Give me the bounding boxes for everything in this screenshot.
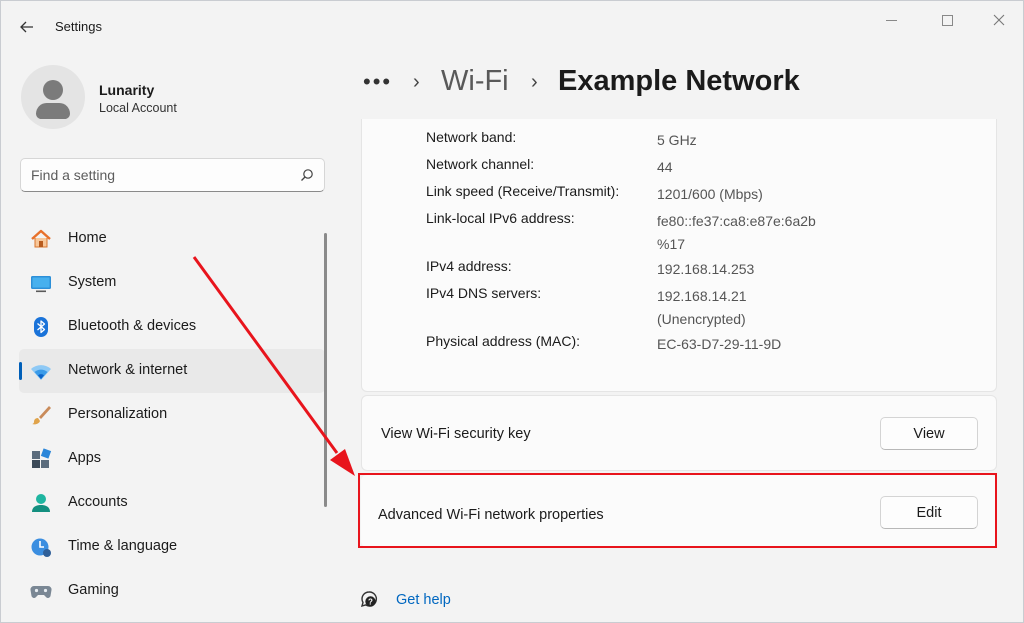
sidebar-item-bluetooth[interactable]: Bluetooth & devices xyxy=(19,305,325,349)
home-icon xyxy=(31,229,51,248)
view-security-key-button[interactable]: View xyxy=(880,417,978,450)
sidebar-item-apps[interactable]: Apps xyxy=(19,437,325,481)
maximize-icon xyxy=(941,14,953,26)
gaming-icon xyxy=(30,585,52,599)
search-box[interactable] xyxy=(20,158,325,192)
property-value: EC-63-D7-29-11-9D xyxy=(657,336,782,352)
security-key-card: View Wi-Fi security key View xyxy=(361,395,997,471)
system-icon xyxy=(31,276,51,293)
back-button[interactable] xyxy=(13,15,41,39)
sidebar-item-label: Personalization xyxy=(68,406,168,422)
close-icon xyxy=(993,14,1005,26)
user-name: Lunarity xyxy=(99,82,155,98)
account-type: Local Account xyxy=(99,101,177,115)
security-key-label: View Wi-Fi security key xyxy=(381,426,531,442)
sidebar-item-system[interactable]: System xyxy=(19,261,325,305)
app-title: Settings xyxy=(55,19,102,34)
avatar-head xyxy=(43,80,63,100)
sidebar-item-label: Accounts xyxy=(68,494,128,510)
search-input[interactable] xyxy=(31,165,291,185)
property-label: Link speed (Receive/Transmit): xyxy=(426,183,620,199)
property-value-line: %17 xyxy=(657,236,686,252)
sidebar-item-label: Time & language xyxy=(68,538,178,554)
time-language-icon xyxy=(31,538,51,557)
minimize-button[interactable] xyxy=(869,7,913,33)
title-bar: Settings xyxy=(1,1,1024,51)
breadcrumb-chevron-icon: › xyxy=(413,71,420,93)
minimize-icon xyxy=(885,19,897,21)
sidebar-item-time-language[interactable]: Time & language xyxy=(19,525,325,569)
property-value: fe80::fe37:ca8:e87e:6a2b %17 xyxy=(657,210,816,256)
avatar-body xyxy=(36,103,70,119)
avatar[interactable] xyxy=(21,65,85,129)
property-value: 44 xyxy=(657,159,673,175)
sidebar-item-home[interactable]: Home xyxy=(19,217,325,261)
advanced-properties-card: Advanced Wi-Fi network properties Edit xyxy=(361,475,997,547)
breadcrumb-chevron-icon: › xyxy=(531,71,538,93)
wifi-icon xyxy=(31,365,51,380)
brush-icon xyxy=(32,406,51,425)
property-value-line: fe80::fe37:ca8:e87e:6a2b xyxy=(657,213,816,229)
maximize-button[interactable] xyxy=(925,7,969,33)
property-label: Link-local IPv6 address: xyxy=(426,210,575,226)
property-value: 192.168.14.21 (Unencrypted) xyxy=(657,285,747,331)
property-label: Network channel: xyxy=(426,156,535,172)
sidebar-item-label: Bluetooth & devices xyxy=(68,318,197,334)
breadcrumb-more-button[interactable]: ••• xyxy=(363,69,392,95)
sidebar-item-accounts[interactable]: Accounts xyxy=(19,481,325,525)
property-value: 192.168.14.253 xyxy=(657,261,755,277)
apps-icon xyxy=(32,448,52,468)
sidebar-item-gaming[interactable]: Gaming xyxy=(19,569,325,613)
close-button[interactable] xyxy=(977,7,1021,33)
network-properties-card: Network band: 5 GHz Network channel: 44 … xyxy=(361,119,997,392)
svg-text:?: ? xyxy=(368,597,373,606)
breadcrumb-wifi-link[interactable]: Wi-Fi xyxy=(441,65,509,98)
bluetooth-icon xyxy=(34,317,48,337)
property-label: IPv4 address: xyxy=(426,258,512,274)
advanced-properties-label: Advanced Wi-Fi network properties xyxy=(378,507,604,523)
sidebar-scrollbar[interactable] xyxy=(324,233,327,507)
back-arrow-icon xyxy=(20,21,33,33)
help-icon: ? xyxy=(360,591,378,608)
sidebar-item-personalization[interactable]: Personalization xyxy=(19,393,325,437)
sidebar-nav: Home System Bluetooth & devices Network … xyxy=(19,217,325,613)
property-value: 1201/600 (Mbps) xyxy=(657,186,763,202)
property-value: 5 GHz xyxy=(657,132,697,148)
property-label: Network band: xyxy=(426,129,517,145)
search-icon[interactable] xyxy=(300,168,314,182)
property-label: Physical address (MAC): xyxy=(426,333,581,349)
sidebar-item-label: Home xyxy=(68,230,107,246)
sidebar-item-label: System xyxy=(68,274,117,290)
sidebar-item-label: Gaming xyxy=(68,582,119,598)
property-value-line: (Unencrypted) xyxy=(657,311,746,327)
sidebar-item-label: Apps xyxy=(68,450,102,466)
get-help-link[interactable]: Get help xyxy=(396,592,451,608)
property-value-line: 192.168.14.21 xyxy=(657,288,747,304)
page-title: Example Network xyxy=(558,65,800,97)
property-label: IPv4 DNS servers: xyxy=(426,285,542,301)
sidebar-item-label: Network & internet xyxy=(68,362,188,378)
accounts-icon xyxy=(32,494,50,512)
edit-advanced-properties-button[interactable]: Edit xyxy=(880,496,978,529)
sidebar-item-network[interactable]: Network & internet xyxy=(19,349,325,393)
